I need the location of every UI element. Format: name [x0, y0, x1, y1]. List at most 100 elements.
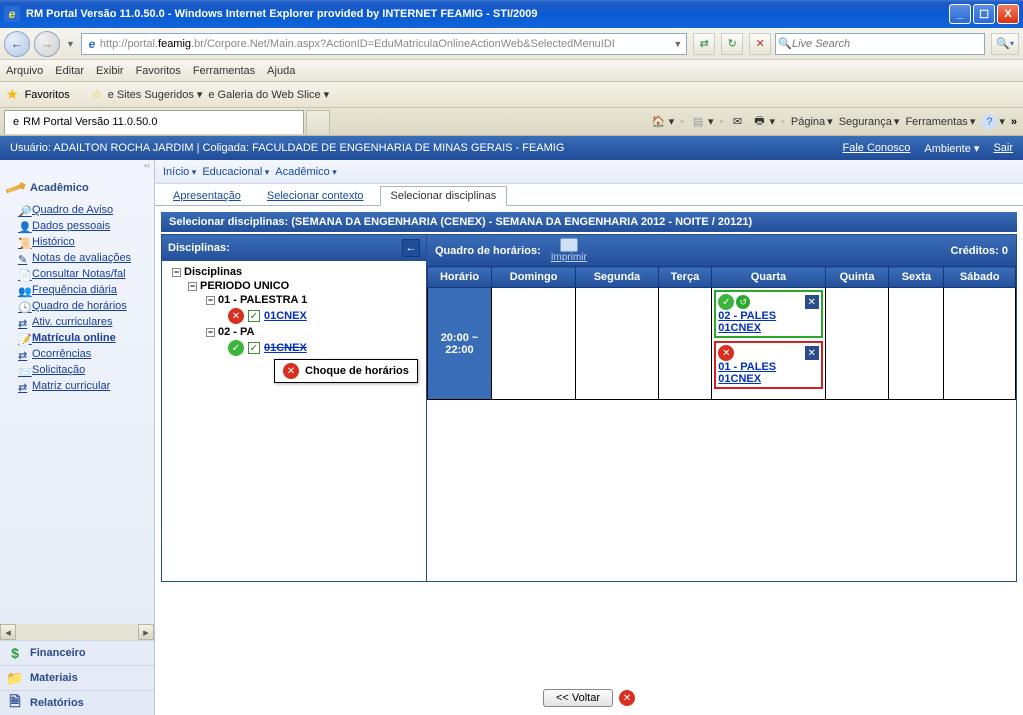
feeds-button[interactable]: ▤▾: [690, 114, 714, 130]
refresh-button[interactable]: ↻: [721, 33, 743, 55]
sidebar-item-quadro-horarios[interactable]: 🕓Quadro de horários: [0, 298, 154, 314]
checkbox-checked-icon[interactable]: ✓: [248, 342, 260, 354]
scroll-right-arrow[interactable]: ▸: [138, 624, 154, 640]
remove-slot-button[interactable]: ✕: [805, 346, 819, 360]
crumb-inicio[interactable]: Início: [163, 166, 196, 178]
rss-icon: ▤: [690, 114, 706, 130]
sair-link[interactable]: Sair: [993, 142, 1013, 154]
turma-link-01cnex-1[interactable]: 01CNEX: [264, 310, 307, 322]
crumb-academico[interactable]: Acadêmico: [275, 166, 336, 178]
fav-sites-sugeridos[interactable]: eSites Sugeridos ▾: [108, 88, 203, 101]
expander-icon[interactable]: −: [206, 328, 215, 337]
slot-link-line2[interactable]: 01CNEX: [718, 373, 761, 385]
search-go-button[interactable]: 🔍▾: [991, 33, 1019, 55]
nav-history-dropdown[interactable]: ▼: [66, 39, 75, 49]
menu-favoritos[interactable]: Favoritos: [136, 65, 181, 77]
sidebar-header-academico[interactable]: Acadêmico: [0, 174, 154, 202]
favorites-star-icon[interactable]: ★: [6, 86, 19, 103]
search-bar[interactable]: 🔍: [775, 33, 985, 55]
print-button[interactable]: 🖶▾: [751, 114, 775, 130]
expander-icon[interactable]: −: [188, 282, 197, 291]
tree-period[interactable]: −PERIODO UNICO: [164, 279, 424, 293]
page-icon: e: [208, 89, 214, 101]
sidebar-collapse-handle[interactable]: ‹‹: [0, 160, 154, 174]
slot-link-line2[interactable]: 01CNEX: [718, 322, 761, 334]
expander-icon[interactable]: −: [206, 296, 215, 305]
menu-ferramentas[interactable]: Ferramentas: [193, 65, 255, 77]
checkbox-checked-icon[interactable]: ✓: [248, 310, 260, 322]
sidebar-item-consultar-notas[interactable]: 📄Consultar Notas/fal: [0, 266, 154, 282]
safety-menu[interactable]: Segurança ▾: [839, 115, 900, 128]
slot-link-line1[interactable]: 01 - PALES: [718, 361, 776, 373]
nav-icon: 📄: [18, 269, 28, 279]
sidebar-item-matriz-curricular[interactable]: ⇄Matriz curricular: [0, 378, 154, 394]
sidebar-item-ativ-curriculares[interactable]: ⇄Ativ. curriculares: [0, 314, 154, 330]
maximize-button[interactable]: ☐: [973, 4, 995, 24]
sidebar-hscroll[interactable]: ◂ ▸: [0, 624, 154, 640]
tree-collapse-button[interactable]: ←: [402, 239, 420, 257]
address-bar[interactable]: e http://portal.feamig.br/Corpore.Net/Ma…: [81, 33, 687, 55]
sidebar-item-quadro-aviso[interactable]: 🔎Quadro de Aviso: [0, 202, 154, 218]
stop-button[interactable]: ✕: [749, 33, 771, 55]
back-button[interactable]: ←: [4, 31, 30, 57]
swap-icon[interactable]: ↺: [736, 295, 750, 309]
help-button[interactable]: ?▾: [981, 114, 1005, 130]
favorites-bar: ★ Favoritos ☆ eSites Sugeridos ▾ eGaleri…: [0, 82, 1023, 108]
sidebar-item-dados-pessoais[interactable]: 👤Dados pessoais: [0, 218, 154, 234]
add-favorite-icon[interactable]: ☆: [92, 88, 102, 101]
tree-root[interactable]: −Disciplinas: [164, 265, 424, 279]
sidebar-item-historico[interactable]: 📜Histórico: [0, 234, 154, 250]
ie-icon: e: [4, 6, 20, 22]
print-schedule[interactable]: Imprimir: [551, 238, 587, 263]
menu-editar[interactable]: Editar: [55, 65, 84, 77]
favorites-label[interactable]: Favoritos: [25, 89, 70, 101]
sidebar-item-ocorrencias[interactable]: ⇄Ocorrências: [0, 346, 154, 362]
tab-selecionar-disciplinas[interactable]: Selecionar disciplinas: [380, 186, 508, 206]
cancel-icon[interactable]: ✕: [619, 690, 635, 706]
forward-button[interactable]: →: [34, 31, 60, 57]
expander-icon[interactable]: −: [172, 268, 181, 277]
ambiente-menu[interactable]: Ambiente ▾: [924, 142, 979, 155]
sidebar-section-financeiro[interactable]: $Financeiro: [0, 640, 154, 665]
tree-turma-row: ✓ ✓ 01CNEX: [164, 339, 424, 357]
address-dropdown[interactable]: ▼: [673, 39, 682, 49]
tree-palestra-1[interactable]: −01 - PALESTRA 1: [164, 293, 424, 307]
sidebar-section-relatorios[interactable]: 🗎Relatórios: [0, 690, 154, 715]
home-button[interactable]: 🏠▾: [651, 114, 675, 130]
tree-palestra-2[interactable]: −02 - PA: [164, 325, 424, 339]
menu-ajuda[interactable]: Ajuda: [267, 65, 295, 77]
tools-menu[interactable]: Ferramentas ▾: [905, 115, 975, 128]
address-input[interactable]: [615, 35, 672, 53]
scroll-left-arrow[interactable]: ◂: [0, 624, 16, 640]
sidebar-section-materiais[interactable]: 📁Materiais: [0, 665, 154, 690]
bottom-bar: << Voltar ✕: [155, 681, 1023, 715]
tab-apresentacao[interactable]: Apresentação: [163, 187, 251, 205]
crumb-educacional[interactable]: Educacional: [202, 166, 269, 178]
sidebar-item-frequencia[interactable]: 👥Frequência diária: [0, 282, 154, 298]
menu-exibir[interactable]: Exibir: [96, 65, 124, 77]
nav-icon: 🕓: [18, 301, 28, 311]
turma-link-01cnex-2[interactable]: 01CNEX: [264, 342, 307, 354]
url-rest: .br/Corpore.Net/Main.aspx?ActionID=EduMa…: [191, 38, 615, 50]
mail-button[interactable]: ✉: [729, 114, 745, 130]
search-input[interactable]: [792, 35, 982, 53]
sidebar-item-matricula-online[interactable]: 📝Matrícula online: [0, 330, 154, 346]
minimize-button[interactable]: _: [949, 4, 971, 24]
print-link[interactable]: Imprimir: [551, 252, 587, 263]
new-tab-button[interactable]: [306, 110, 330, 134]
slot-link-line1[interactable]: 02 - PALES: [718, 310, 776, 322]
chevron-overflow[interactable]: »: [1011, 116, 1017, 128]
sidebar-item-solicitacao[interactable]: 📨Solicitação: [0, 362, 154, 378]
browser-tab[interactable]: e RM Portal Versão 11.0.50.0: [4, 110, 304, 134]
fale-conosco-link[interactable]: Fale Conosco: [843, 142, 911, 154]
remove-slot-button[interactable]: ✕: [805, 295, 819, 309]
fav-webslice[interactable]: eGaleria do Web Slice ▾: [208, 88, 329, 101]
tab-selecionar-contexto[interactable]: Selecionar contexto: [257, 187, 374, 205]
sidebar-item-notas-avaliacoes[interactable]: ✎Notas de avaliações: [0, 250, 154, 266]
voltar-button[interactable]: << Voltar: [543, 689, 613, 707]
nav-icon: 🔎: [18, 205, 28, 215]
menu-arquivo[interactable]: Arquivo: [6, 65, 43, 77]
compat-view-button[interactable]: ⇄: [693, 33, 715, 55]
close-button[interactable]: X: [997, 4, 1019, 24]
page-menu[interactable]: Página ▾: [791, 115, 833, 128]
